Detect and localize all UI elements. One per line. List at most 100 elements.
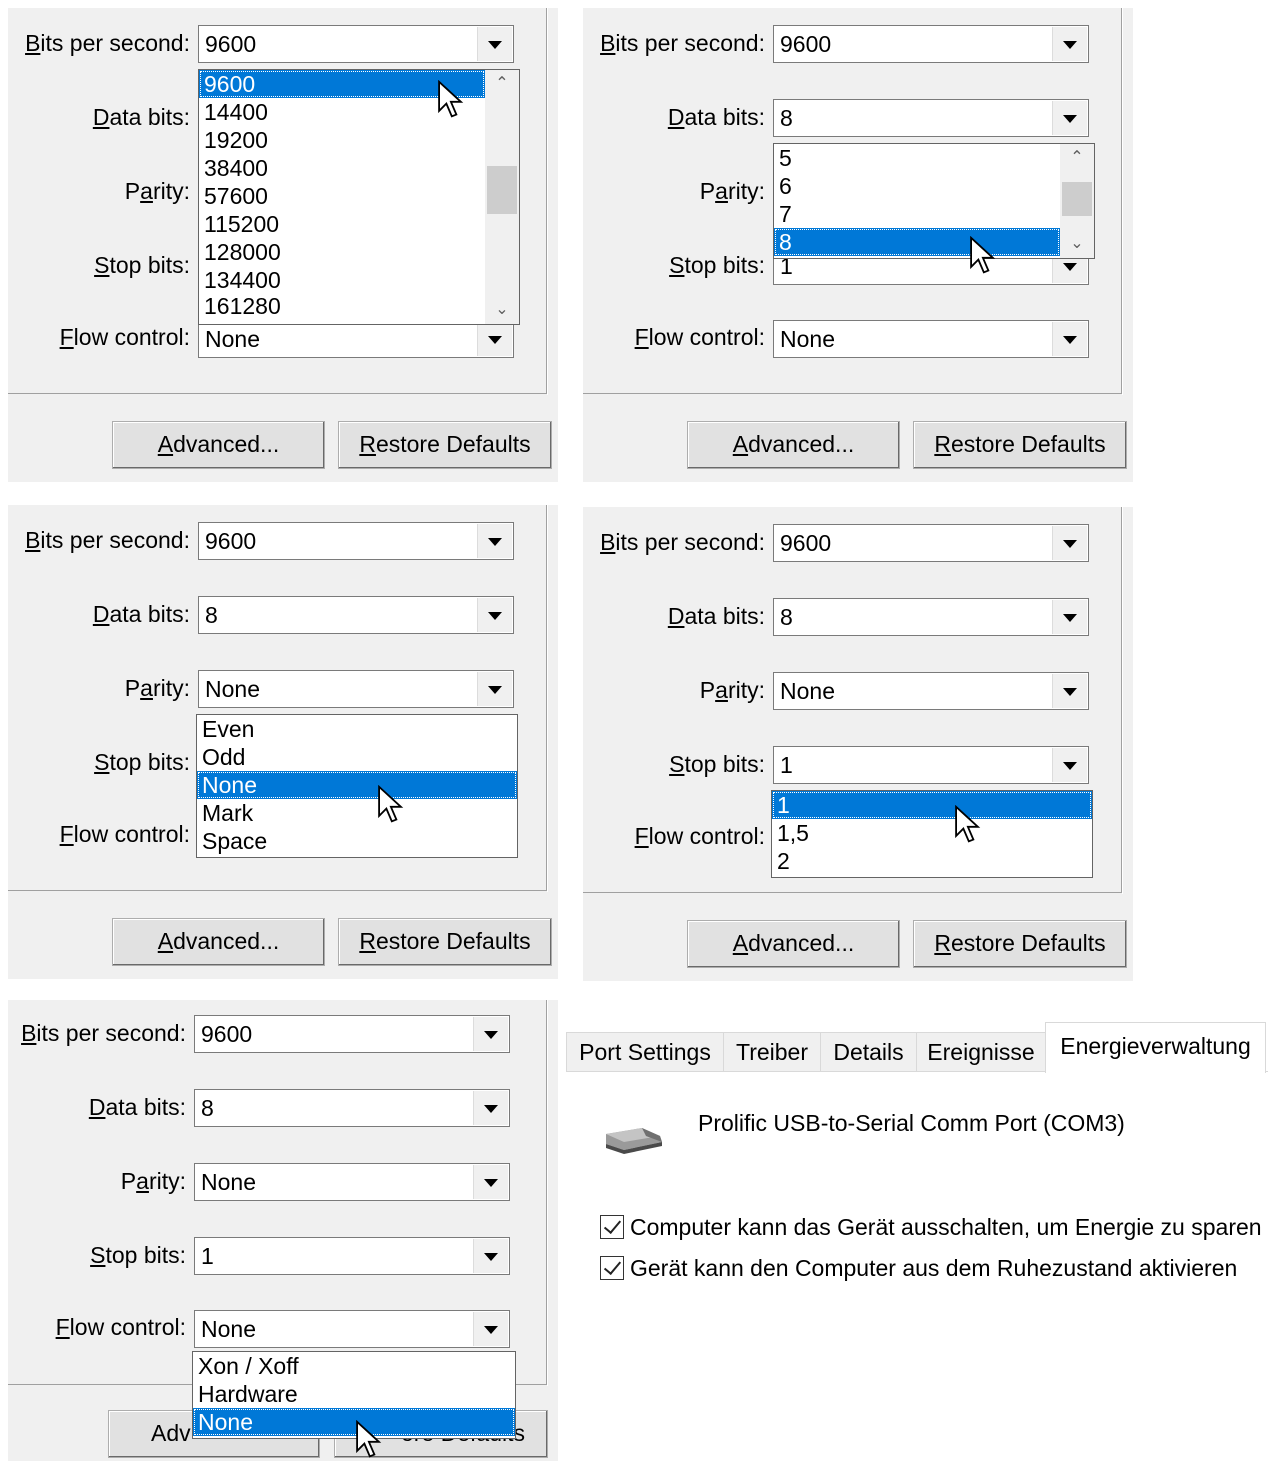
accelerator-key: S xyxy=(94,749,110,775)
device-name: Prolific USB-to-Serial Comm Port (COM3) xyxy=(698,1110,1125,1136)
tab-port-settings[interactable]: Port Settings xyxy=(566,1032,724,1072)
flow-control-label: Flow control: xyxy=(635,821,765,851)
data-bits-select[interactable]: 8 xyxy=(198,596,514,634)
dropdown-option[interactable]: Even xyxy=(197,715,517,743)
serial-settings-panel-1: Bits per second: 9600 Data bits: Parity:… xyxy=(8,8,558,482)
scroll-up-arrow-icon[interactable]: ⌃ xyxy=(485,70,519,98)
dropdown-option[interactable]: 134400 xyxy=(199,266,519,294)
scroll-up-arrow-icon[interactable]: ⌃ xyxy=(1060,144,1094,172)
restore-defaults-button[interactable]: Restore Defaults xyxy=(913,421,1127,469)
dropdown-option[interactable]: 161280 xyxy=(199,294,519,318)
restore-defaults-button[interactable]: Restore Defaults xyxy=(338,421,552,469)
parity-select[interactable]: None xyxy=(198,670,514,708)
dropdown-option[interactable]: 19200 xyxy=(199,126,519,154)
parity-dropdown-list[interactable]: Even Odd None Mark Space xyxy=(196,714,518,858)
chevron-down-icon[interactable] xyxy=(473,1165,508,1199)
data-bits-select[interactable]: 8 xyxy=(773,598,1089,636)
allow-power-off-checkbox[interactable]: Computer kann das Gerät ausschalten, um … xyxy=(600,1212,1262,1242)
checkbox-checked-icon[interactable] xyxy=(600,1215,624,1239)
scroll-down-arrow-icon[interactable]: ⌄ xyxy=(485,296,519,324)
scroll-down-arrow-icon[interactable]: ⌄ xyxy=(1060,230,1094,258)
selected-value: None xyxy=(201,1316,256,1342)
chevron-down-icon[interactable] xyxy=(1052,526,1087,560)
chevron-down-icon[interactable] xyxy=(1052,600,1087,634)
chevron-down-icon[interactable] xyxy=(473,1017,508,1051)
bits-per-second-select[interactable]: 9600 xyxy=(198,25,514,63)
dropdown-option[interactable]: 14400 xyxy=(199,98,519,126)
bits-per-second-select[interactable]: 9600 xyxy=(198,522,514,560)
chevron-down-icon[interactable] xyxy=(1052,27,1087,61)
parity-select[interactable]: None xyxy=(773,672,1089,710)
tab-treiber[interactable]: Treiber xyxy=(723,1032,821,1072)
advanced-button[interactable]: Advanced... xyxy=(112,918,325,966)
flow-control-select[interactable]: None xyxy=(198,320,514,358)
restore-defaults-button[interactable]: Restore Defaults xyxy=(338,918,552,966)
bits-per-second-select[interactable]: 9600 xyxy=(773,524,1089,562)
parity-select[interactable]: None xyxy=(194,1163,510,1201)
data-bits-dropdown-list[interactable]: 5 6 7 8 ⌃ ⌄ xyxy=(773,143,1095,259)
label-text: ata bits: xyxy=(109,104,190,130)
chevron-down-icon[interactable] xyxy=(1052,674,1087,708)
allow-wake-computer-checkbox[interactable]: Gerät kann den Computer aus dem Ruhezust… xyxy=(600,1253,1237,1283)
label-text: top bits: xyxy=(684,252,765,278)
scrollbar-thumb[interactable] xyxy=(487,166,517,214)
stop-bits-dropdown-list[interactable]: 1 1,5 2 xyxy=(771,790,1093,878)
bits-per-second-select[interactable]: 9600 xyxy=(773,25,1089,63)
dropdown-option[interactable]: 38400 xyxy=(199,154,519,182)
dropdown-option[interactable]: 128000 xyxy=(199,238,519,266)
bits-per-second-dropdown-list[interactable]: 9600 14400 19200 38400 57600 115200 1280… xyxy=(198,69,520,325)
data-bits-select[interactable]: 8 xyxy=(773,99,1089,137)
dropdown-option[interactable]: 5 xyxy=(774,144,1094,172)
dropdown-option[interactable]: Xon / Xoff xyxy=(193,1352,515,1380)
restore-defaults-button[interactable]: Restore Defaults xyxy=(913,920,1127,968)
bits-per-second-select[interactable]: 9600 xyxy=(194,1015,510,1053)
dropdown-option[interactable]: 7 xyxy=(774,200,1094,228)
scrollbar-thumb[interactable] xyxy=(1062,182,1092,216)
dropdown-option[interactable]: 8 xyxy=(774,228,1060,256)
dropdown-option[interactable]: 115200 xyxy=(199,210,519,238)
advanced-button[interactable]: Advanced... xyxy=(112,421,325,469)
flow-control-select[interactable]: None xyxy=(773,320,1089,358)
label-text: ata bits: xyxy=(105,1094,186,1120)
chevron-down-icon[interactable] xyxy=(477,27,512,61)
dropdown-option[interactable]: 57600 xyxy=(199,182,519,210)
dropdown-option[interactable]: 6 xyxy=(774,172,1094,200)
stop-bits-select[interactable]: 1 xyxy=(773,746,1089,784)
label-text: P xyxy=(699,677,716,703)
mouse-pointer-icon xyxy=(356,1420,382,1458)
checkbox-checked-icon[interactable] xyxy=(600,1256,624,1280)
chevron-down-icon[interactable] xyxy=(477,672,512,706)
chevron-down-icon[interactable] xyxy=(1052,101,1087,135)
chevron-down-icon[interactable] xyxy=(1052,322,1087,356)
dropdown-option[interactable]: None xyxy=(197,771,517,799)
tab-details[interactable]: Details xyxy=(820,1032,917,1072)
chevron-down-icon[interactable] xyxy=(473,1239,508,1273)
chevron-down-icon[interactable] xyxy=(477,322,512,356)
dropdown-scrollbar[interactable]: ⌃ ⌄ xyxy=(485,70,519,324)
chevron-down-icon[interactable] xyxy=(473,1091,508,1125)
chevron-down-icon[interactable] xyxy=(477,524,512,558)
dropdown-option[interactable]: 1 xyxy=(772,791,1092,819)
stop-bits-select[interactable]: 1 xyxy=(194,1237,510,1275)
dropdown-option[interactable]: 2 xyxy=(772,847,1092,875)
dropdown-option[interactable]: Mark xyxy=(197,799,517,827)
dropdown-option[interactable]: Space xyxy=(197,827,517,855)
label-text: low control: xyxy=(69,1314,186,1340)
mouse-pointer-icon xyxy=(970,236,996,274)
tab-ereignisse[interactable]: Ereignisse xyxy=(916,1032,1046,1072)
chevron-down-icon[interactable] xyxy=(473,1312,508,1346)
accelerator-key: A xyxy=(732,431,749,457)
dropdown-option[interactable]: 1,5 xyxy=(772,819,1092,847)
tab-energieverwaltung[interactable]: Energieverwaltung xyxy=(1045,1022,1266,1073)
advanced-button[interactable]: Advanced... xyxy=(687,421,900,469)
label-text: P xyxy=(120,1168,137,1194)
chevron-down-icon[interactable] xyxy=(477,598,512,632)
dropdown-option[interactable]: Odd xyxy=(197,743,517,771)
advanced-button[interactable]: Advanced... xyxy=(687,920,900,968)
dropdown-scrollbar[interactable]: ⌃ ⌄ xyxy=(1060,144,1094,258)
parity-label: Parity: xyxy=(700,675,765,705)
chevron-down-icon[interactable] xyxy=(1052,748,1087,782)
data-bits-select[interactable]: 8 xyxy=(194,1089,510,1127)
flow-control-select[interactable]: None xyxy=(194,1310,510,1348)
dropdown-option[interactable]: Hardware xyxy=(193,1380,515,1408)
